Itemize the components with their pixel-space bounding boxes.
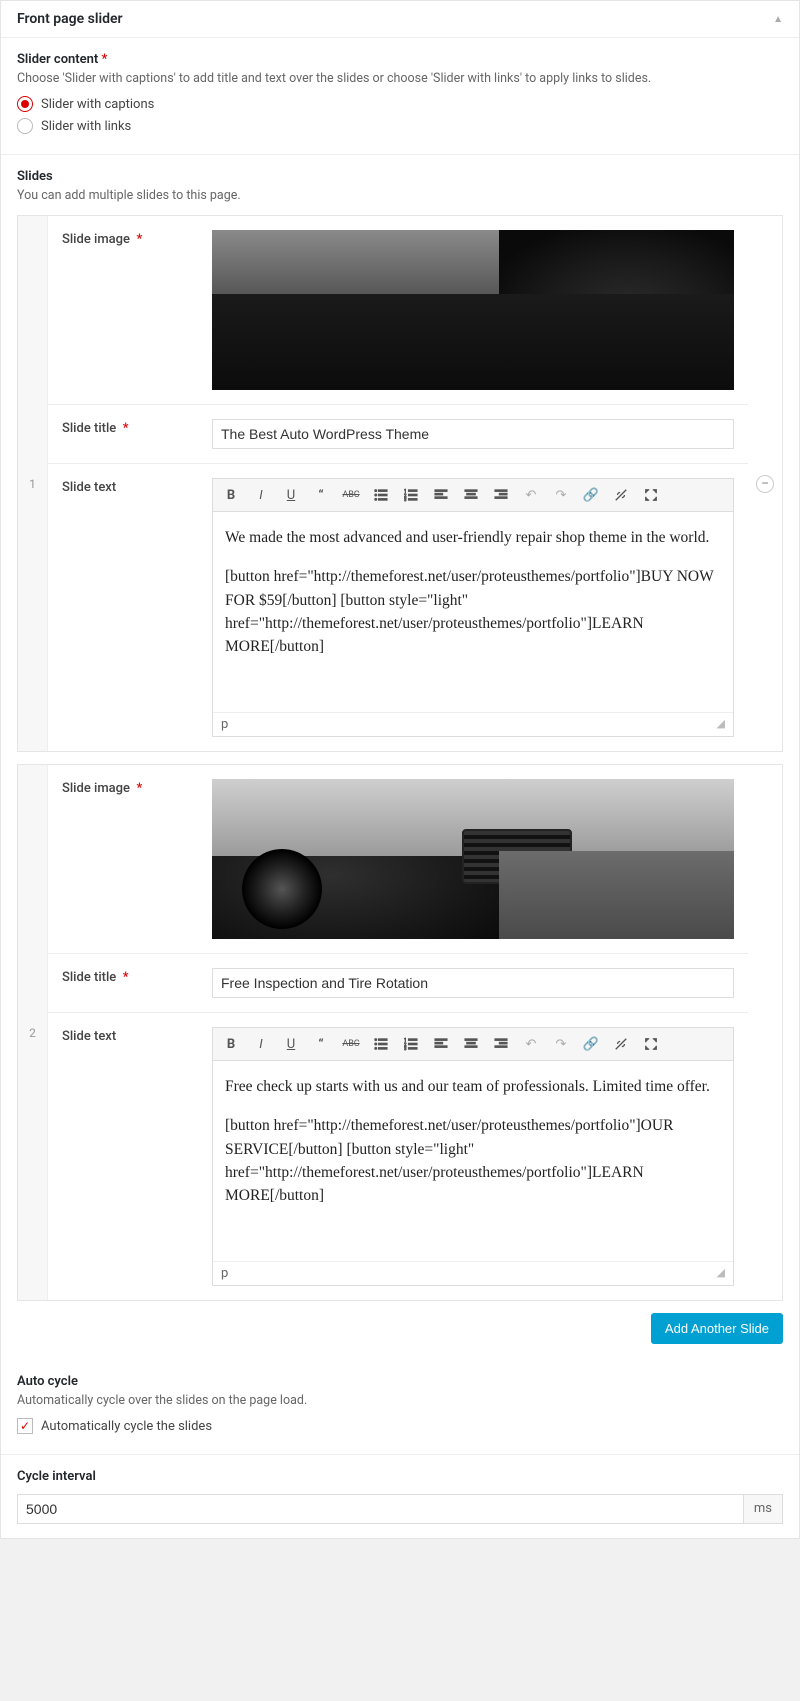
slide-body: Slide image * Slide title *: [48, 765, 748, 1300]
panel-title: Front page slider: [17, 11, 123, 27]
link-icon[interactable]: 🔗: [577, 1032, 605, 1056]
slide-drag-handle[interactable]: 2: [18, 765, 48, 1300]
slide-actions: −: [748, 216, 782, 751]
fullscreen-icon[interactable]: [637, 1032, 665, 1056]
rich-text-editor: B I U “ ABC 123 ↶ ↷: [212, 478, 734, 737]
align-right-icon[interactable]: [487, 483, 515, 507]
undo-icon[interactable]: ↶: [517, 483, 545, 507]
front-page-slider-panel: Front page slider ▲ Slider content * Cho…: [0, 0, 800, 1539]
cycle-interval-suffix: ms: [744, 1494, 783, 1524]
underline-icon[interactable]: U: [277, 483, 305, 507]
radio-icon: [17, 96, 33, 112]
bold-icon[interactable]: B: [217, 1032, 245, 1056]
radio-slider-links[interactable]: Slider with links: [17, 118, 783, 134]
editor-statusbar: p ◢: [213, 1261, 733, 1285]
slides-section-header: Slides You can add multiple slides to th…: [1, 155, 799, 203]
field-label-text: Slide text: [48, 1013, 198, 1300]
field-label-image: Slide image *: [48, 765, 198, 953]
slide-body: Slide image * Slide title * Slide tex: [48, 216, 748, 751]
auto-cycle-checkbox[interactable]: ✓ Automatically cycle the slides: [17, 1418, 783, 1434]
undo-icon[interactable]: ↶: [517, 1032, 545, 1056]
redo-icon[interactable]: ↷: [547, 483, 575, 507]
slide-text-row: Slide text B I U “ ABC 123: [48, 464, 748, 751]
bullet-list-icon[interactable]: [367, 1032, 395, 1056]
field-label-text: Slide text: [48, 464, 198, 751]
blockquote-icon[interactable]: “: [307, 1032, 335, 1056]
slide-item: 2 Slide image * Slide title *: [17, 764, 783, 1301]
editor-toolbar: B I U “ ABC 123 ↶ ↷: [213, 479, 733, 512]
slides-list: 1 Slide image * Slide title *: [1, 215, 799, 1360]
resize-handle-icon[interactable]: ◢: [717, 717, 725, 732]
fullscreen-icon[interactable]: [637, 483, 665, 507]
italic-icon[interactable]: I: [247, 483, 275, 507]
field-label-title: Slide title *: [48, 405, 198, 463]
slide-drag-handle[interactable]: 1: [18, 216, 48, 751]
numbered-list-icon[interactable]: 123: [397, 483, 425, 507]
cycle-interval-section: Cycle interval ms: [1, 1455, 799, 1538]
resize-handle-icon[interactable]: ◢: [717, 1266, 725, 1281]
slide-title-input[interactable]: [212, 968, 734, 998]
slide-title-row: Slide title *: [48, 405, 748, 464]
redo-icon[interactable]: ↷: [547, 1032, 575, 1056]
unlink-icon[interactable]: [607, 1032, 635, 1056]
field-label-image: Slide image *: [48, 216, 198, 404]
slide-title-input[interactable]: [212, 419, 734, 449]
panel-header: Front page slider ▲: [1, 1, 799, 38]
collapse-toggle-icon[interactable]: ▲: [773, 14, 783, 25]
add-another-slide-button[interactable]: Add Another Slide: [651, 1313, 783, 1344]
editor-toolbar: B I U “ ABC 123 ↶ ↷: [213, 1028, 733, 1061]
slide-image-preview[interactable]: [212, 230, 734, 390]
slider-content-title: Slider content *: [17, 52, 783, 67]
editor-content[interactable]: Free check up starts with us and our tea…: [213, 1061, 733, 1261]
slide-image-row: Slide image *: [48, 216, 748, 405]
editor-path: p: [221, 1266, 228, 1281]
slide-title-row: Slide title *: [48, 954, 748, 1013]
underline-icon[interactable]: U: [277, 1032, 305, 1056]
strikethrough-icon[interactable]: ABC: [337, 483, 365, 507]
align-right-icon[interactable]: [487, 1032, 515, 1056]
required-mark: *: [102, 52, 108, 67]
slider-content-section: Slider content * Choose 'Slider with cap…: [1, 38, 799, 155]
auto-cycle-section: Auto cycle Automatically cycle over the …: [1, 1360, 799, 1455]
rich-text-editor: B I U “ ABC 123 ↶ ↷: [212, 1027, 734, 1286]
blockquote-icon[interactable]: “: [307, 483, 335, 507]
bold-icon[interactable]: B: [217, 483, 245, 507]
slider-content-desc: Choose 'Slider with captions' to add tit…: [17, 71, 783, 86]
radio-slider-captions[interactable]: Slider with captions: [17, 96, 783, 112]
editor-content[interactable]: We made the most advanced and user-frien…: [213, 512, 733, 712]
remove-slide-button[interactable]: −: [756, 475, 774, 493]
radio-icon: [17, 118, 33, 134]
numbered-list-icon[interactable]: 123: [397, 1032, 425, 1056]
editor-statusbar: p ◢: [213, 712, 733, 736]
editor-path: p: [221, 717, 228, 732]
svg-text:3: 3: [404, 1047, 407, 1051]
italic-icon[interactable]: I: [247, 1032, 275, 1056]
checkbox-icon: ✓: [17, 1418, 33, 1434]
field-label-title: Slide title *: [48, 954, 198, 1012]
svg-text:3: 3: [404, 498, 407, 502]
auto-cycle-title: Auto cycle: [17, 1374, 783, 1389]
bullet-list-icon[interactable]: [367, 483, 395, 507]
slides-title: Slides: [17, 169, 783, 184]
align-left-icon[interactable]: [427, 483, 455, 507]
align-center-icon[interactable]: [457, 1032, 485, 1056]
cycle-interval-title: Cycle interval: [17, 1469, 783, 1484]
slide-image-preview[interactable]: [212, 779, 734, 939]
align-left-icon[interactable]: [427, 1032, 455, 1056]
link-icon[interactable]: 🔗: [577, 483, 605, 507]
slide-item: 1 Slide image * Slide title *: [17, 215, 783, 752]
align-center-icon[interactable]: [457, 483, 485, 507]
add-slide-row: Add Another Slide: [17, 1301, 783, 1344]
auto-cycle-desc: Automatically cycle over the slides on t…: [17, 1393, 783, 1408]
strikethrough-icon[interactable]: ABC: [337, 1032, 365, 1056]
slide-text-row: Slide text B I U “ ABC 123: [48, 1013, 748, 1300]
slide-actions: [748, 765, 782, 1300]
cycle-interval-input[interactable]: [17, 1494, 744, 1524]
unlink-icon[interactable]: [607, 483, 635, 507]
slides-desc: You can add multiple slides to this page…: [17, 188, 783, 203]
slide-image-row: Slide image *: [48, 765, 748, 954]
